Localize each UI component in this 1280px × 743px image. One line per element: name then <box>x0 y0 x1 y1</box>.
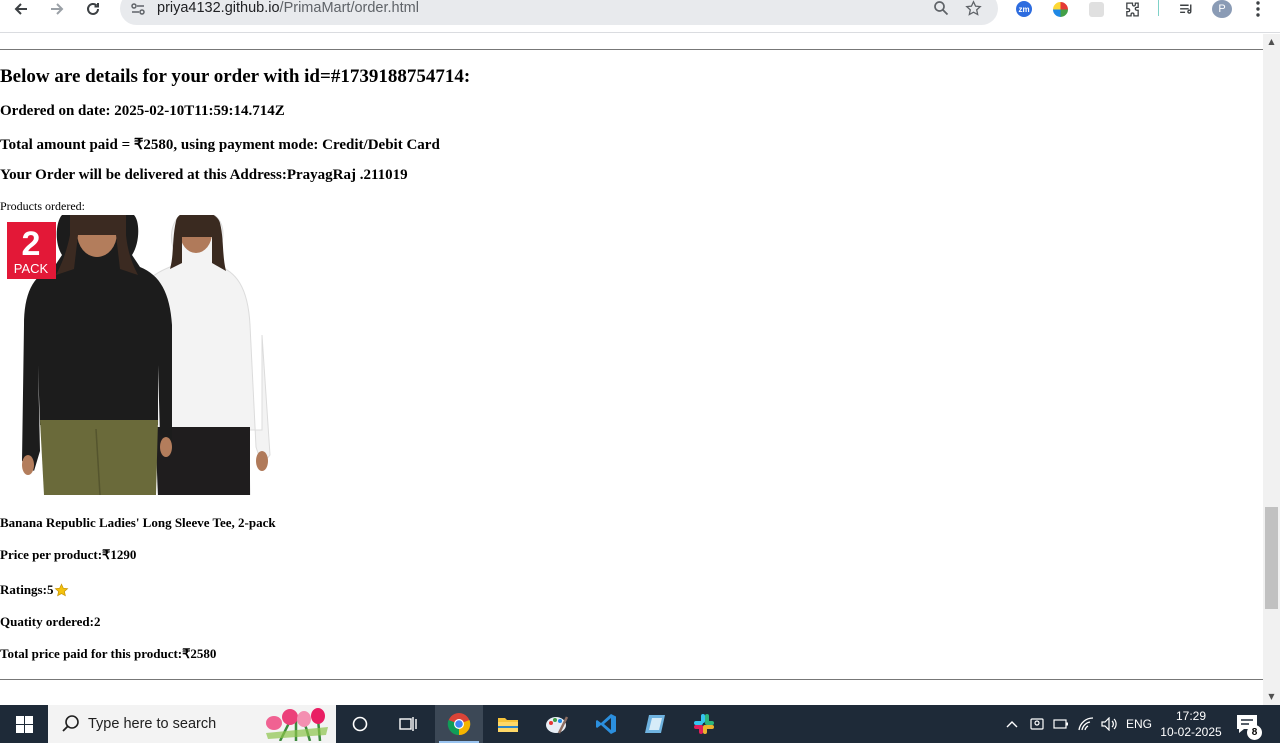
star-icon <box>55 582 69 596</box>
zoom-extension-icon[interactable]: zm <box>1014 0 1034 18</box>
vscode-icon[interactable] <box>582 705 630 743</box>
search-icon <box>62 715 79 732</box>
order-address: Your Order will be delivered at this Add… <box>0 167 408 183</box>
product-ratings: Ratings:5 <box>0 582 69 598</box>
browser-toolbar: priya4132.github.io/PrimaMart/order.html… <box>0 0 1280 33</box>
scroll-up-icon[interactable]: ▲ <box>1263 34 1280 48</box>
forward-arrow-icon <box>51 3 64 15</box>
browser-menu-icon[interactable] <box>1248 0 1268 18</box>
search-placeholder: Type here to search <box>88 716 217 732</box>
volume-icon[interactable] <box>1099 705 1119 743</box>
scroll-thumb[interactable] <box>1265 507 1278 609</box>
windows-logo-icon <box>15 715 33 733</box>
windows-taskbar: Type here to search ENG 17:29 10-02-2025… <box>0 705 1280 743</box>
reload-icon <box>87 2 99 15</box>
language-indicator[interactable]: ENG <box>1124 705 1154 743</box>
notification-badge: 8 <box>1247 725 1262 740</box>
site-settings-icon[interactable] <box>130 1 146 17</box>
order-total: Total amount paid = ₹2580, using payment… <box>0 137 440 153</box>
show-hidden-icons-icon[interactable] <box>1002 705 1022 743</box>
bookmark-star-icon[interactable] <box>963 0 983 18</box>
page-scrollbar[interactable]: ▲ ▼ <box>1263 34 1280 705</box>
ratings-label: Ratings:5 <box>0 582 54 597</box>
tulips-icon <box>266 708 328 741</box>
zoom-icon[interactable] <box>931 0 951 18</box>
taskbar-clock[interactable]: 17:29 10-02-2025 <box>1158 708 1224 740</box>
product-price: Price per product:₹1290 <box>0 547 137 562</box>
back-button[interactable] <box>6 0 36 18</box>
slack-icon[interactable] <box>680 705 728 743</box>
product-name: Banana Republic Ladies' Long Sleeve Tee,… <box>0 515 276 530</box>
extensions-puzzle-icon[interactable] <box>1122 0 1142 18</box>
file-explorer-icon[interactable] <box>484 705 532 743</box>
taskbar-search[interactable]: Type here to search <box>48 705 336 743</box>
product-quantity: Quatity ordered:2 <box>0 614 101 629</box>
forward-button[interactable] <box>42 0 72 18</box>
url-path: /PrimaMart/order.html <box>279 0 419 16</box>
chrome-taskbar-icon[interactable] <box>435 705 483 743</box>
address-bar[interactable]: priya4132.github.io/PrimaMart/order.html <box>120 0 998 25</box>
task-view-icon[interactable] <box>384 705 432 743</box>
grey-extension-icon[interactable] <box>1086 0 1106 18</box>
notes-app-icon[interactable] <box>631 705 679 743</box>
cortana-icon[interactable] <box>336 705 384 743</box>
top-divider <box>0 49 1263 50</box>
media-controls-icon[interactable] <box>1176 0 1196 18</box>
wifi-icon[interactable] <box>1076 705 1096 743</box>
battery-icon[interactable] <box>1051 705 1071 743</box>
clock-time: 17:29 <box>1175 709 1207 723</box>
profile-avatar[interactable]: P <box>1212 0 1232 18</box>
toolbar-divider <box>1158 0 1159 16</box>
product-total: Total price paid for this product:₹2580 <box>0 646 217 661</box>
url-text[interactable]: priya4132.github.io/PrimaMart/order.html <box>157 0 419 16</box>
start-button[interactable] <box>0 705 48 743</box>
pack-badge-number: 2 <box>22 225 41 263</box>
bottom-divider <box>0 679 1263 680</box>
url-host: priya4132.github.io <box>157 0 280 16</box>
scroll-down-icon[interactable]: ▼ <box>1263 689 1280 703</box>
back-arrow-icon <box>14 3 27 15</box>
order-page: Below are details for your order with id… <box>0 34 1263 705</box>
products-label: Products ordered: <box>0 199 85 213</box>
meet-now-icon[interactable] <box>1027 705 1047 743</box>
reload-button[interactable] <box>78 0 108 18</box>
pack-badge-text: PACK <box>14 261 49 276</box>
color-extension-icon[interactable] <box>1050 0 1070 18</box>
product-image: 2 PACK <box>0 215 272 495</box>
clock-date: 10-02-2025 <box>1160 725 1222 739</box>
paint-app-icon[interactable] <box>533 705 581 743</box>
order-heading: Below are details for your order with id… <box>0 66 471 87</box>
order-date: Ordered on date: 2025-02-10T11:59:14.714… <box>0 103 285 119</box>
